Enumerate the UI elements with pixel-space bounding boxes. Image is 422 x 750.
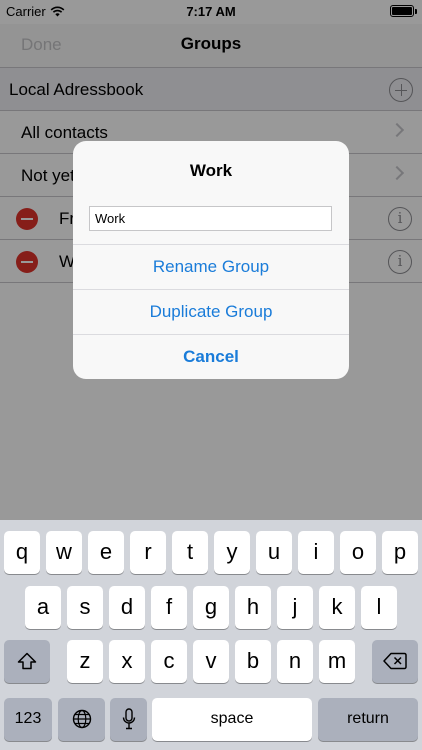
group-name-input[interactable] xyxy=(89,206,332,231)
rename-group-dialog: Work Rename Group Duplicate Group Cancel xyxy=(73,141,349,379)
key-s[interactable]: s xyxy=(67,586,103,629)
key-q[interactable]: q xyxy=(4,531,40,574)
microphone-icon xyxy=(122,708,135,730)
screen: Carrier 7:17 AM Done Groups Local Adress… xyxy=(0,0,422,750)
key-m[interactable]: m xyxy=(319,640,355,683)
shift-arrow-icon xyxy=(17,652,37,670)
key-j[interactable]: j xyxy=(277,586,313,629)
key-p[interactable]: p xyxy=(382,531,418,574)
space-key[interactable]: space xyxy=(152,698,312,741)
globe-key[interactable] xyxy=(58,698,105,741)
key-l[interactable]: l xyxy=(361,586,397,629)
key-b[interactable]: b xyxy=(235,640,271,683)
key-h[interactable]: h xyxy=(235,586,271,629)
rename-group-button[interactable]: Rename Group xyxy=(73,244,349,289)
key-g[interactable]: g xyxy=(193,586,229,629)
key-n[interactable]: n xyxy=(277,640,313,683)
key-x[interactable]: x xyxy=(109,640,145,683)
dialog-title: Work xyxy=(189,161,233,180)
key-v[interactable]: v xyxy=(193,640,229,683)
shift-key[interactable] xyxy=(4,640,50,683)
globe-icon xyxy=(72,709,91,729)
key-f[interactable]: f xyxy=(151,586,187,629)
backspace-icon xyxy=(383,652,407,670)
key-k[interactable]: k xyxy=(319,586,355,629)
key-z[interactable]: z xyxy=(67,640,103,683)
keyboard: q w e r t y u i o p a s d f g h j k l z … xyxy=(0,520,422,750)
key-i[interactable]: i xyxy=(298,531,334,574)
key-e[interactable]: e xyxy=(88,531,124,574)
backspace-key[interactable] xyxy=(372,640,418,683)
return-key[interactable]: return xyxy=(318,698,418,741)
key-c[interactable]: c xyxy=(151,640,187,683)
key-r[interactable]: r xyxy=(130,531,166,574)
key-d[interactable]: d xyxy=(109,586,145,629)
numbers-key[interactable]: 123 xyxy=(4,698,52,741)
cancel-button[interactable]: Cancel xyxy=(73,334,349,379)
key-u[interactable]: u xyxy=(256,531,292,574)
key-o[interactable]: o xyxy=(340,531,376,574)
key-w[interactable]: w xyxy=(46,531,82,574)
key-t[interactable]: t xyxy=(172,531,208,574)
duplicate-group-button[interactable]: Duplicate Group xyxy=(73,289,349,334)
microphone-key[interactable] xyxy=(110,698,147,741)
key-y[interactable]: y xyxy=(214,531,250,574)
key-a[interactable]: a xyxy=(25,586,61,629)
